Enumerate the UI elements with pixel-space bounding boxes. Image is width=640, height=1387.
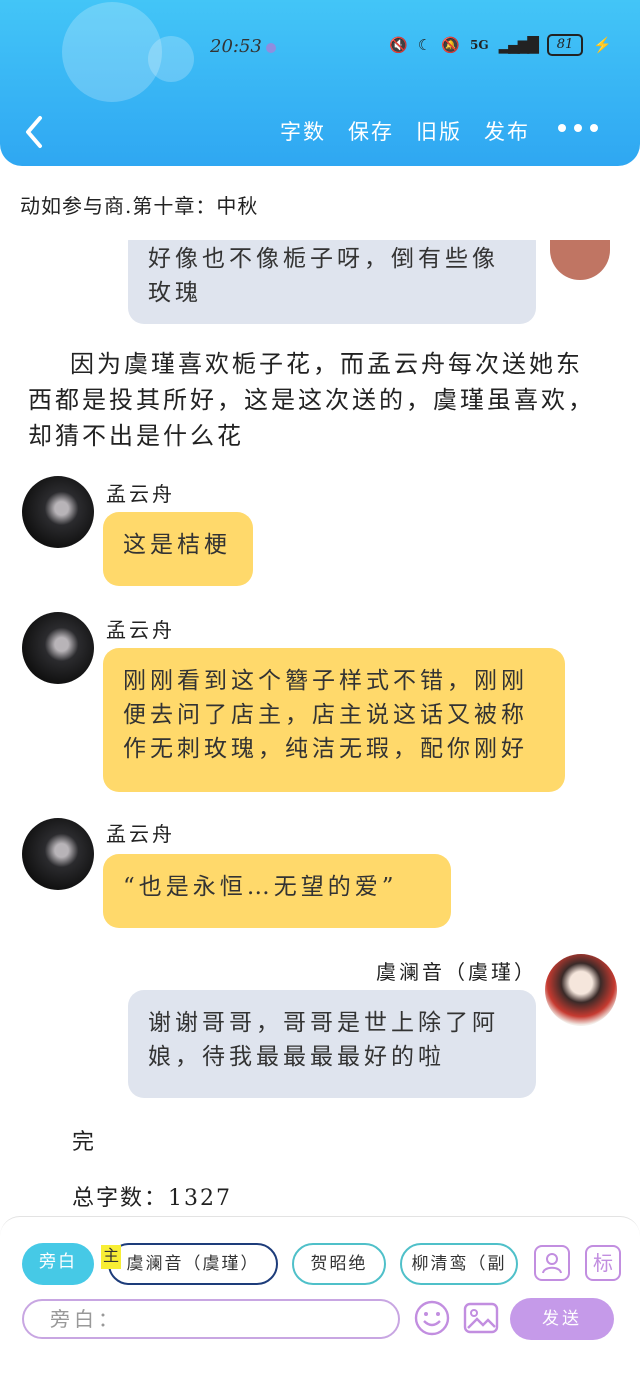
total-word-count: 总字数：1327 — [72, 1186, 232, 1211]
chevron-left-icon — [26, 116, 42, 148]
narration-text[interactable]: 因为虞瑾喜欢栀子花，而孟云舟每次送她东西都是投其所好，这是这次送的，虞瑾虽喜欢，… — [28, 346, 608, 454]
battery-icon: 81 — [546, 34, 584, 56]
avatar[interactable] — [545, 954, 617, 1026]
tag-button[interactable]: 标 — [585, 1245, 621, 1281]
speaker-name: 孟云舟 — [106, 618, 175, 642]
status-time: 20:53 — [210, 36, 262, 57]
back-button[interactable] — [20, 112, 50, 152]
send-button[interactable]: 发送 — [510, 1298, 614, 1340]
bell-off-icon: 🔕 — [441, 36, 460, 54]
emoji-icon — [414, 1300, 450, 1336]
signal-icon: ▂▄▆█ — [498, 36, 539, 54]
avatar[interactable] — [22, 612, 94, 684]
avatar[interactable] — [22, 818, 94, 890]
emoji-button[interactable] — [413, 1299, 451, 1337]
image-button[interactable] — [462, 1299, 500, 1337]
speaker-name: 虞澜音（虞瑾） — [376, 960, 537, 984]
publish-button[interactable]: 发布 — [484, 116, 530, 146]
notification-dot-icon — [266, 43, 276, 53]
message-bubble[interactable]: 好像也不像栀子呀，倒有些像玫瑰 — [128, 240, 536, 324]
network-label: 5G — [470, 38, 489, 52]
role-chip-character[interactable]: 虞澜音（虞瑾） — [108, 1243, 278, 1285]
role-chip-narrator[interactable]: 旁白 — [22, 1243, 94, 1285]
end-text: 完 — [72, 1130, 97, 1155]
speaker-name: 孟云舟 — [106, 822, 175, 846]
chat-content[interactable]: 好像也不像栀子呀，倒有些像玫瑰 因为虞瑾喜欢栀子花，而孟云舟每次送她东西都是投其… — [0, 240, 640, 1215]
image-icon — [463, 1302, 499, 1334]
role-chip-character[interactable]: 柳清鸾（副 — [400, 1243, 518, 1285]
add-character-button[interactable] — [534, 1245, 570, 1281]
main-character-tag: 主 — [101, 1245, 121, 1269]
message-bubble[interactable]: 这是桔梗 — [103, 512, 253, 586]
message-bubble[interactable]: 谢谢哥哥，哥哥是世上除了阿娘，待我最最最最好的啦 — [128, 990, 536, 1098]
more-options-icon[interactable] — [558, 124, 598, 132]
message-bubble[interactable]: “也是永恒…无望的爱” — [103, 854, 451, 928]
top-header: 20:53 🔇 ☾ 🔕 5G ▂▄▆█ 81 ⚡ 字数 保存 旧版 发布 — [0, 0, 640, 166]
mute-icon: 🔇 — [389, 36, 408, 54]
old-version-button[interactable]: 旧版 — [416, 116, 462, 146]
status-icons: 🔇 ☾ 🔕 5G ▂▄▆█ 81 ⚡ — [389, 34, 612, 56]
role-chip-character[interactable]: 贺昭绝 — [292, 1243, 386, 1285]
moon-icon: ☾ — [417, 36, 432, 54]
save-button[interactable]: 保存 — [348, 116, 394, 146]
message-input[interactable]: 旁白： — [22, 1299, 400, 1339]
charging-icon: ⚡ — [593, 36, 612, 54]
word-count-button[interactable]: 字数 — [280, 116, 326, 146]
document-title: 动如参与商.第十章：中秋 — [20, 194, 259, 218]
toolbar: 字数 保存 旧版 发布 — [280, 116, 530, 146]
person-icon — [542, 1253, 562, 1274]
avatar — [550, 240, 610, 280]
status-bar: 20:53 🔇 ☾ 🔕 5G ▂▄▆█ 81 ⚡ — [0, 28, 640, 68]
avatar[interactable] — [22, 476, 94, 548]
speaker-name: 孟云舟 — [106, 482, 175, 506]
message-bubble[interactable]: 刚刚看到这个簪子样式不错，刚刚便去问了店主，店主说这话又被称作无刺玫瑰，纯洁无瑕… — [103, 648, 565, 792]
